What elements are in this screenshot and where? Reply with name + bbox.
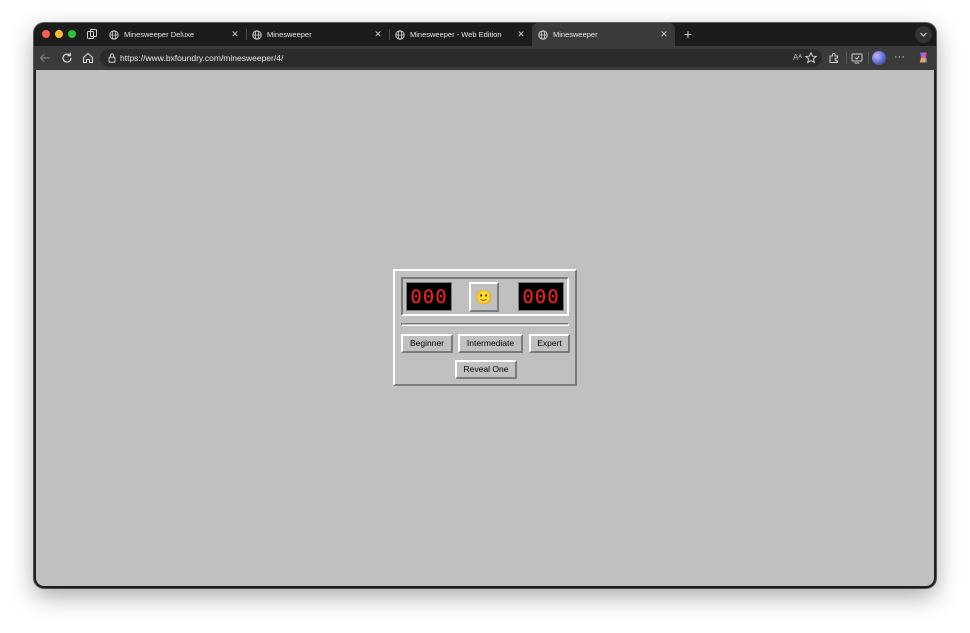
smiley-face-button[interactable]: 🙂	[469, 282, 499, 312]
home-icon[interactable]	[81, 51, 95, 65]
expert-button[interactable]: Expert	[529, 334, 570, 353]
tab-minesweeper-active[interactable]: Minesweeper ✕	[532, 23, 675, 46]
globe-icon	[538, 29, 548, 40]
tab-actions-menu-button[interactable]	[915, 26, 932, 43]
screenshot-icon[interactable]	[850, 51, 864, 65]
tab-title: Minesweeper Deluxe	[124, 30, 195, 39]
tab-title: Minesweeper	[267, 30, 312, 39]
globe-icon	[395, 29, 405, 40]
url-text[interactable]: https://www.bxfoundry.com/minesweeper/4/	[120, 49, 283, 67]
profile-avatar[interactable]	[872, 51, 886, 65]
copilot-icon[interactable]	[916, 50, 931, 65]
tab-close-icon[interactable]: ✕	[659, 29, 669, 40]
browser-toolbar: https://www.bxfoundry.com/minesweeper/4/…	[34, 46, 936, 70]
tab-title: Minesweeper	[553, 30, 598, 39]
tab-close-icon[interactable]: ✕	[516, 29, 526, 40]
favorite-star-icon[interactable]	[804, 51, 818, 65]
refresh-icon[interactable]	[60, 51, 74, 65]
tab-close-icon[interactable]: ✕	[230, 29, 240, 40]
tab-minesweeper-web-edition[interactable]: Minesweeper - Web Edition ✕	[389, 23, 532, 46]
globe-icon	[252, 29, 262, 40]
tab-minesweeper-deluxe[interactable]: Minesweeper Deluxe ✕	[103, 23, 246, 46]
smiley-face-icon: 🙂	[475, 289, 493, 305]
beginner-button[interactable]: Beginner	[401, 334, 453, 353]
more-menu-button[interactable]: ···	[894, 50, 905, 64]
browser-window: Minesweeper Deluxe ✕ Minesweeper ✕ Mines…	[34, 23, 936, 588]
globe-icon	[109, 29, 119, 40]
tab-close-icon[interactable]: ✕	[373, 29, 383, 40]
toolbar-separator	[846, 52, 847, 64]
mine-counter: 000	[406, 282, 452, 311]
extensions-icon[interactable]	[827, 51, 841, 65]
window-maximize-button[interactable]	[68, 30, 76, 38]
window-minimize-button[interactable]	[55, 30, 63, 38]
back-arrow-icon[interactable]	[38, 51, 52, 65]
reveal-one-button[interactable]: Reveal One	[455, 360, 517, 379]
tab-minesweeper[interactable]: Minesweeper ✕	[246, 23, 389, 46]
address-bar[interactable]: https://www.bxfoundry.com/minesweeper/4/…	[100, 49, 822, 67]
timer-display: 000	[518, 282, 564, 311]
workspaces-icon[interactable]	[86, 28, 98, 40]
game-board	[401, 323, 569, 326]
new-tab-button[interactable]: +	[680, 26, 696, 42]
tab-title: Minesweeper - Web Edition	[410, 30, 502, 39]
tab-strip: Minesweeper Deluxe ✕ Minesweeper ✕ Mines…	[34, 23, 936, 46]
chevron-down-icon	[920, 32, 927, 37]
toolbar-separator	[868, 52, 869, 64]
read-aloud-icon[interactable]: Aᴬ	[793, 51, 802, 65]
page-content: 000 🙂 000 Beginner Intermediate Expert R…	[36, 70, 934, 586]
lock-icon[interactable]	[107, 52, 117, 64]
game-status-bar: 000 🙂 000	[401, 277, 569, 316]
intermediate-button[interactable]: Intermediate	[458, 334, 523, 353]
window-close-button[interactable]	[42, 30, 50, 38]
minesweeper-game: 000 🙂 000 Beginner Intermediate Expert R…	[393, 269, 577, 386]
